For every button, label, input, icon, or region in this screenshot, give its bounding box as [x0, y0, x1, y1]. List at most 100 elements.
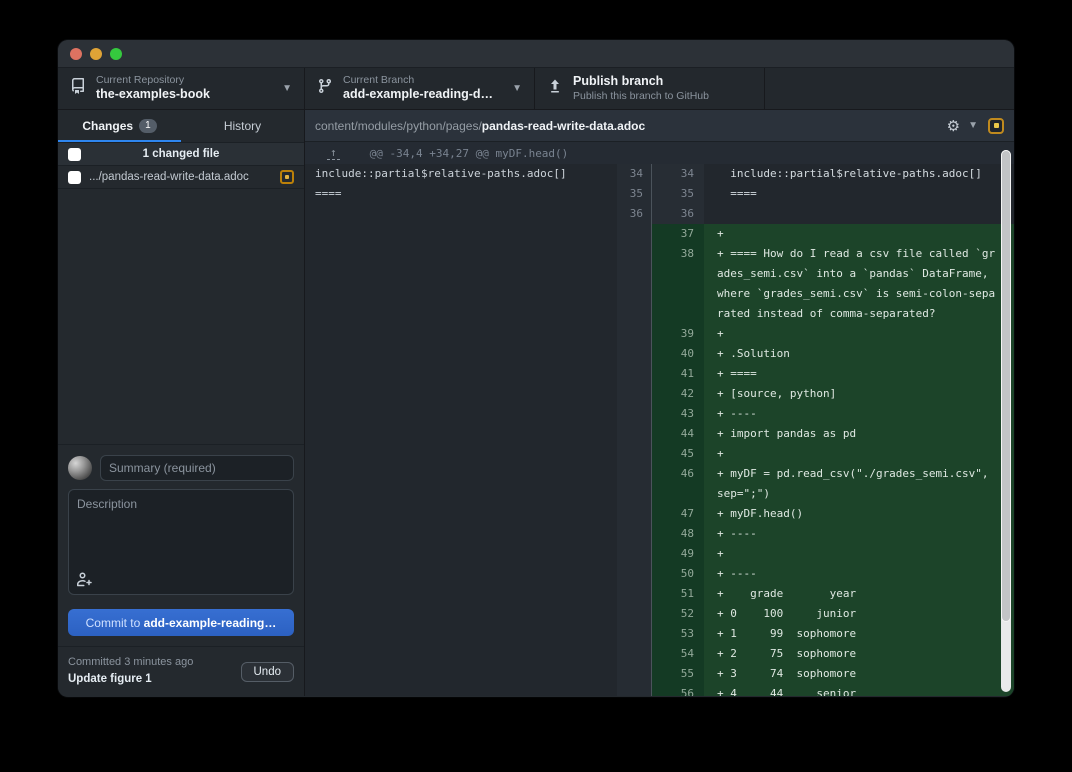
diff-line-content: + import pandas as pd [704, 424, 1014, 444]
undo-button[interactable]: Undo [241, 662, 295, 682]
diff-new-line: 43+ ---- [652, 404, 1014, 424]
add-coauthor-icon[interactable] [76, 571, 92, 592]
minimize-window-button[interactable] [90, 48, 102, 60]
diff-new-line: 55+ 3 74 sophomore [652, 664, 1014, 684]
commit-summary-input[interactable] [100, 455, 294, 481]
diff-hunk-header: ↑ @@ -34,4 +34,27 @@ myDF.head() [305, 142, 1014, 164]
diff-old-line: ==== [305, 184, 617, 204]
diff-line-content: + myDF = pd.read_csv("./grades_semi.csv"… [704, 464, 1014, 504]
publish-branch-button[interactable]: Publish branch Publish this branch to Gi… [535, 68, 765, 109]
diff-new-line: 35 ==== [652, 184, 1014, 204]
diff-line-content: + grade year [704, 584, 1014, 604]
diff-old-line: include::partial$relative-paths.adoc[] [305, 164, 617, 184]
diff-new-line: 54+ 2 75 sophomore [652, 644, 1014, 664]
close-window-button[interactable] [70, 48, 82, 60]
diff-line-content: + ==== [704, 364, 1014, 384]
zoom-window-button[interactable] [110, 48, 122, 60]
tab-changes[interactable]: Changes 1 [58, 110, 181, 142]
hunk-header-text: @@ -34,4 +34,27 @@ myDF.head() [370, 147, 569, 160]
diff-new-line-number: 43 [652, 404, 704, 424]
diff-scrollbar-thumb[interactable] [1001, 150, 1011, 622]
diff-line-content: + .Solution [704, 344, 1014, 364]
file-checkbox[interactable] [68, 171, 81, 184]
diff-line-content: + 4 44 senior [704, 684, 1014, 696]
diff-old-pane: include::partial$relative-paths.adoc[]==… [305, 164, 617, 696]
upload-icon [547, 78, 563, 99]
main-content: Changes 1 History 1 changed file .../pan… [58, 110, 1014, 696]
diff-old-gutter: 343536 [617, 164, 651, 696]
commit-description-textarea[interactable] [68, 489, 294, 595]
diff-new-line: 46+ myDF = pd.read_csv("./grades_semi.cs… [652, 464, 1014, 504]
last-commit-message: Update figure 1 [68, 671, 233, 688]
diff-line-content [704, 204, 1014, 224]
current-repository-dropdown[interactable]: Current Repository the-examples-book ▼ [58, 68, 305, 109]
tab-history[interactable]: History [181, 110, 304, 142]
diff-new-line: 39+ [652, 324, 1014, 344]
chevron-down-icon: ▼ [512, 83, 522, 94]
gear-icon: ⚙ [947, 117, 960, 135]
traffic-lights [70, 48, 122, 60]
diff-path-prefix: content/modules/python/pages/ [315, 119, 482, 133]
toolbar: Current Repository the-examples-book ▼ C… [58, 68, 1014, 110]
diff-file-path-bar: content/modules/python/pages/pandas-read… [305, 110, 1014, 142]
diff-new-line-number: 48 [652, 524, 704, 544]
tab-changes-label: Changes [82, 119, 133, 133]
diff-new-pane: 34 include::partial$relative-paths.adoc[… [651, 164, 1014, 696]
chevron-down-icon: ▼ [282, 83, 292, 94]
diff-new-line-number: 37 [652, 224, 704, 244]
diff-line-content: + ==== How do I read a csv file called `… [704, 244, 1014, 324]
diff-new-line-number: 47 [652, 504, 704, 524]
diff-new-line: 47+ myDF.head() [652, 504, 1014, 524]
diff-new-line: 37+ [652, 224, 1014, 244]
current-branch-dropdown[interactable]: Current Branch add-example-reading-d… ▼ [305, 68, 535, 109]
current-branch-label: Current Branch [343, 74, 498, 87]
diff-options-button[interactable]: ⚙ ▼ [947, 117, 978, 135]
modified-status-icon [988, 118, 1004, 134]
sidebar: Changes 1 History 1 changed file .../pan… [58, 110, 305, 696]
commit-form: Commit to add-example-reading… [58, 444, 304, 646]
committed-ago-text: Committed 3 minutes ago [68, 655, 233, 671]
undo-commit-bar: Committed 3 minutes ago Update figure 1 … [58, 646, 304, 696]
diff-new-line-number: 44 [652, 424, 704, 444]
diff-new-line-number: 42 [652, 384, 704, 404]
sidebar-tabs: Changes 1 History [58, 110, 304, 142]
diff-new-line: 52+ 0 100 junior [652, 604, 1014, 624]
diff-line-content: + [704, 324, 1014, 344]
diff-new-line: 45+ [652, 444, 1014, 464]
publish-branch-subtitle: Publish this branch to GitHub [573, 90, 752, 103]
titlebar [58, 40, 1014, 68]
commit-button[interactable]: Commit to add-example-reading… [68, 609, 294, 636]
diff-new-line: 53+ 1 99 sophomore [652, 624, 1014, 644]
select-all-checkbox[interactable] [68, 148, 81, 161]
diff-new-line-number: 36 [652, 204, 704, 224]
diff-new-line-number: 56 [652, 684, 704, 696]
file-list-empty-area [58, 189, 304, 444]
diff-new-line-number: 41 [652, 364, 704, 384]
changed-file-row[interactable]: .../pandas-read-write-data.adoc [58, 166, 304, 189]
diff-new-line: 56+ 4 44 senior [652, 684, 1014, 696]
diff-line-content: + 2 75 sophomore [704, 644, 1014, 664]
diff-new-line-number: 35 [652, 184, 704, 204]
git-branch-icon [317, 78, 333, 99]
chevron-down-icon: ▼ [968, 120, 978, 131]
diff-line-content: + ---- [704, 524, 1014, 544]
diff-new-line: 40+ .Solution [652, 344, 1014, 364]
diff-line-content: + 3 74 sophomore [704, 664, 1014, 684]
avatar [68, 456, 92, 480]
diff-line-content: ==== [704, 184, 1014, 204]
diff-line-content: + 1 99 sophomore [704, 624, 1014, 644]
diff-new-line: 36 [652, 204, 1014, 224]
diff-new-line-number: 38 [652, 244, 704, 324]
current-repository-value: the-examples-book [96, 87, 268, 103]
diff-new-line-number: 55 [652, 664, 704, 684]
diff-file-path: content/modules/python/pages/pandas-read… [315, 119, 947, 133]
commit-button-branch: add-example-reading… [144, 616, 277, 630]
diff-new-line: 51+ grade year [652, 584, 1014, 604]
diff-new-line: 44+ import pandas as pd [652, 424, 1014, 444]
diff-scrollbar-track[interactable] [1001, 150, 1011, 692]
repo-icon [70, 78, 86, 99]
changed-files-summary-row: 1 changed file [58, 142, 304, 166]
diff-new-line: 38+ ==== How do I read a csv file called… [652, 244, 1014, 324]
expand-hunk-icon[interactable]: ↑ [327, 147, 340, 160]
diff-new-line-number: 54 [652, 644, 704, 664]
